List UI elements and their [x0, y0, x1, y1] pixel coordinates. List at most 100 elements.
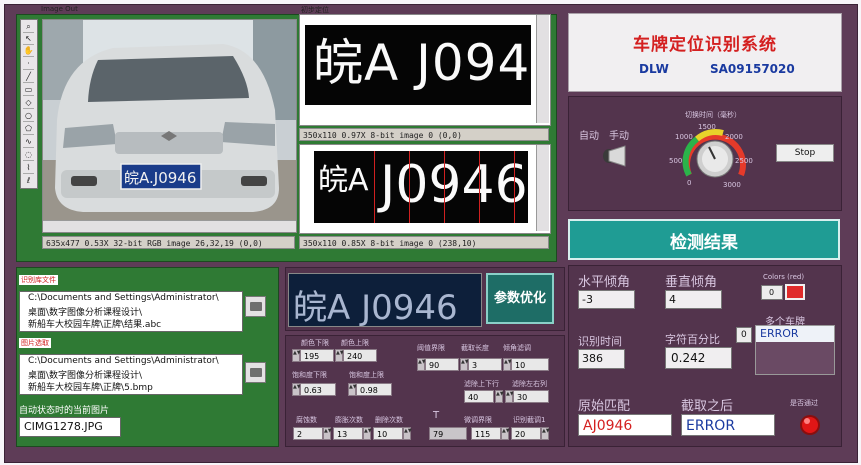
lib-path-line-3: 新船车大校园车牌\正牌\结果.abc	[28, 320, 162, 330]
lib-browse-button[interactable]	[245, 296, 266, 317]
car-image-hscroll[interactable]	[43, 220, 296, 232]
multi-index-value: 0	[741, 330, 747, 340]
polygon-icon[interactable]: ⬠	[23, 123, 34, 135]
threshold-spinner[interactable]: ▲▼	[417, 358, 426, 371]
sat-high-spinner[interactable]: ▲▼	[348, 383, 357, 396]
tilt-filter-spinner[interactable]: ▲▼	[503, 358, 512, 371]
v-angle-field: 4	[665, 290, 722, 309]
binary-top-vscroll[interactable]	[536, 15, 549, 123]
binary-viewer-bottom[interactable]: 皖A J0946	[299, 144, 551, 234]
car-image-status: 635x477 0.53X 32-bit RGB image 26,32,19 …	[42, 236, 295, 249]
multi-plate-item[interactable]	[756, 343, 834, 358]
lib-file-path-box[interactable]: C:\Documents and Settings\Administrator\…	[19, 291, 243, 332]
cycles-field[interactable]: 13	[333, 427, 363, 440]
sat-low-field[interactable]: 0.63	[300, 383, 336, 396]
char-divider-line	[374, 151, 375, 223]
stop-button[interactable]: Stop	[776, 144, 834, 162]
threshold-label: 阈值界限	[417, 344, 445, 352]
multi-plates-list[interactable]: ERROR	[755, 325, 835, 375]
binary-viewer-top[interactable]: 皖A J0946	[299, 14, 551, 126]
erode-label: 腐蚀数	[296, 416, 317, 424]
mode-toggle-switch[interactable]	[599, 142, 629, 168]
main-panel: Image Out 初步定位 ⌕ ↖ ✋ · ╱ ▭ ◇ ○ ⬠ ∿ ◌ ⌇ ℓ	[4, 4, 858, 463]
erode-spinner[interactable]: ▲▼	[323, 427, 332, 440]
dial-tick-2000: 2000	[725, 133, 743, 141]
color-low-label: 颜色下限	[301, 339, 329, 347]
freeline-icon[interactable]: ℓ	[23, 175, 34, 186]
folder-icon	[250, 302, 262, 311]
cycles-label: 膨胀次数	[335, 416, 363, 424]
img-path-line-1: C:\Documents and Settings\Administrator\	[28, 356, 219, 366]
multi-plate-item[interactable]	[756, 359, 834, 374]
tilt-filter-field[interactable]: 10	[511, 358, 549, 371]
car-image-viewer[interactable]: 皖A.J0946	[42, 19, 297, 233]
color-high-field[interactable]: 240	[343, 349, 377, 362]
img-file-path-box[interactable]: C:\Documents and Settings\Administrator\…	[19, 354, 243, 395]
t-label: T	[433, 410, 440, 421]
zoom-icon[interactable]: ⌕	[23, 21, 34, 33]
optimize-button[interactable]: 参数优化	[486, 273, 554, 324]
binary-bottom-status: 350x110 0.85X 8-bit image 0 (238,10)	[299, 236, 549, 249]
t-field: 79	[429, 427, 467, 440]
after-cut-field: ERROR	[681, 414, 775, 436]
color-high-spinner[interactable]: ▲▼	[335, 349, 344, 362]
color-swatch	[785, 284, 805, 300]
results-header: 检测结果	[568, 219, 840, 260]
app-window: Image Out 初步定位 ⌕ ↖ ✋ · ╱ ▭ ◇ ○ ⬠ ∿ ◌ ⌇ ℓ	[0, 0, 861, 465]
sat-high-field[interactable]: 0.98	[356, 383, 392, 396]
cycles-spinner[interactable]: ▲▼	[363, 427, 372, 440]
img-browse-button[interactable]	[245, 362, 266, 383]
color-high-label: 颜色上限	[341, 339, 369, 347]
recog-field[interactable]: 20	[511, 427, 541, 440]
pan-icon[interactable]: ✋	[23, 45, 34, 57]
edge-lr-label: 滤除左右列	[512, 380, 547, 388]
manual-label: 手动	[609, 131, 629, 142]
recog-spinner[interactable]: ▲▼	[541, 427, 550, 440]
dial-tick-1500: 1500	[698, 123, 716, 131]
lib-file-label: 识别库文件	[19, 275, 58, 285]
title-panel: 车牌定位识别系统 DLW SA09157020	[568, 13, 842, 92]
sat-high-label: 饱和度上限	[349, 371, 384, 379]
freehand-icon[interactable]: ∿	[23, 136, 34, 148]
oval-icon[interactable]: ○	[23, 110, 34, 122]
broken-line-icon[interactable]: ⌇	[23, 162, 34, 174]
car-plate-text: 皖A.J0946	[124, 169, 197, 187]
cut-length-field[interactable]: 3	[468, 358, 502, 371]
author-id: SA09157020	[710, 62, 795, 76]
image-tool-palette: ⌕ ↖ ✋ · ╱ ▭ ◇ ○ ⬠ ∿ ◌ ⌇ ℓ	[20, 19, 38, 189]
cut-length-spinner[interactable]: ▲▼	[460, 358, 469, 371]
color-low-field[interactable]: 195	[300, 349, 334, 362]
plate-preview-image: 皖A J0946	[288, 273, 482, 327]
current-image-label: 自动状态时的当前图片	[19, 406, 110, 416]
iter-spinner[interactable]: ▲▼	[403, 427, 412, 440]
current-image-field: CIMG1278.JPG	[19, 417, 121, 437]
edge-ud-field[interactable]: 40	[464, 390, 494, 403]
binary-plate-bottom-prefix: 皖A	[318, 163, 369, 198]
fine-spinner[interactable]: ▲▼	[501, 427, 510, 440]
colors-index[interactable]: 0	[761, 285, 783, 300]
binary-bottom-vscroll[interactable]	[536, 145, 549, 231]
arrow-icon[interactable]: ↖	[23, 33, 34, 45]
fine-label: 微调界限	[464, 416, 492, 424]
binary-top-status: 350x110 0.97X 8-bit image 0 (0,0)	[299, 128, 549, 141]
v-angle-label: 垂直倾角	[665, 275, 718, 290]
threshold-field[interactable]: 90	[425, 358, 459, 371]
annulus-icon[interactable]: ◌	[23, 149, 34, 161]
point-icon[interactable]: ·	[23, 58, 34, 70]
iter-field[interactable]: 10	[373, 427, 403, 440]
rotated-rect-icon[interactable]: ◇	[23, 97, 34, 109]
multi-plate-item[interactable]: ERROR	[756, 326, 834, 342]
rect-icon[interactable]: ▭	[23, 84, 34, 96]
dial-tick-1000: 1000	[675, 133, 693, 141]
edge-lr-field[interactable]: 30	[513, 390, 549, 403]
line-icon[interactable]: ╱	[23, 71, 34, 83]
erode-field[interactable]: 2	[293, 427, 323, 440]
char-pct-label: 字符百分比	[665, 333, 720, 346]
author-name: DLW	[639, 62, 669, 76]
edge-lr-spinner[interactable]: ▲▼	[505, 390, 514, 403]
color-low-spinner[interactable]: ▲▼	[292, 349, 301, 362]
multi-index[interactable]: 0	[736, 327, 752, 343]
sat-low-spinner[interactable]: ▲▼	[292, 383, 301, 396]
fine-field[interactable]: 115	[471, 427, 501, 440]
edge-ud-spinner[interactable]: ▲▼	[495, 390, 504, 403]
